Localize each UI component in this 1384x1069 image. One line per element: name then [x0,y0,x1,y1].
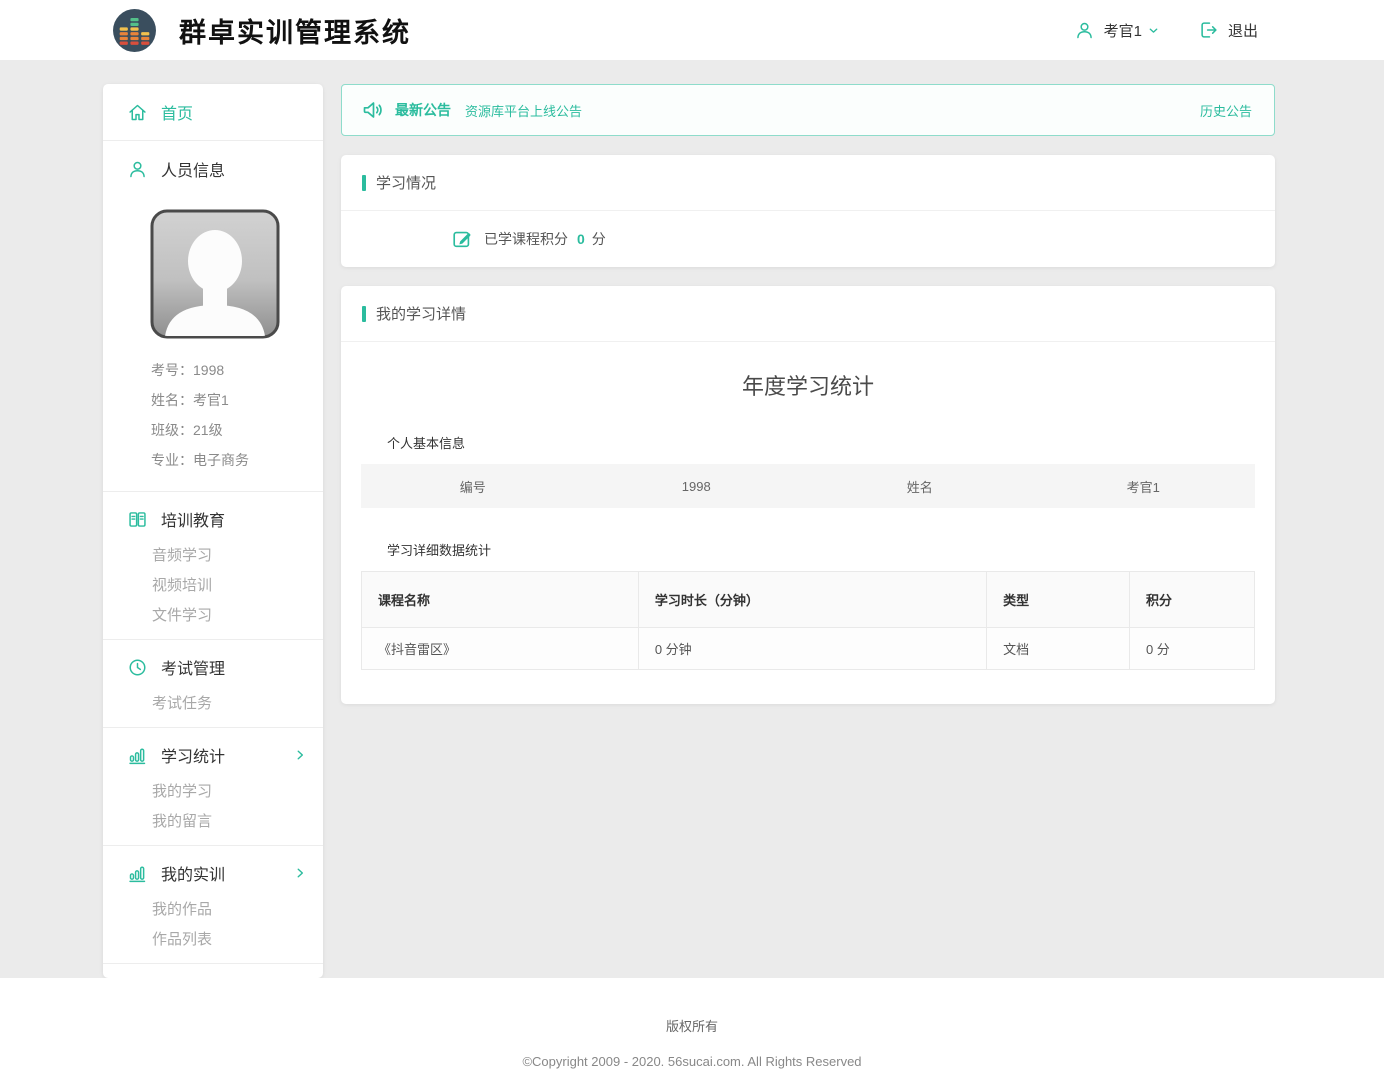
study-detail-header: 我的学习详情 [341,286,1275,342]
user-name: 考官1 [1104,20,1142,41]
score-value: 0 [577,231,585,247]
score-label: 已学课程积分 [484,229,568,249]
basic-info-id-label: 编号 [361,477,585,496]
history-announcement-link[interactable]: 历史公告 [1200,101,1252,120]
sidebar-section-my-practice: 我的实训 我的作品 作品列表 [103,846,323,963]
sidebar-item-study-stats[interactable]: 学习统计 [103,733,323,777]
chevron-down-icon [1147,24,1160,37]
study-detail-title: 我的学习详情 [376,303,466,324]
footer-copyright-cn: 版权所有 [0,1016,1384,1035]
col-type: 类型 [987,572,1130,628]
person-icon [127,159,148,180]
home-icon [127,102,148,123]
study-detail-table: 课程名称 学习时长（分钟） 类型 积分 《抖音雷区》 0 分钟 文档 [361,571,1255,670]
chevron-right-icon [293,866,307,880]
study-detail-card: 我的学习详情 年度学习统计 个人基本信息 编号 1998 姓名 考官1 学习详细… [341,286,1275,704]
cell-course-name: 《抖音雷区》 [362,628,639,670]
sidebar-subitem-file[interactable]: 文件学习 [103,601,323,631]
basic-info-name-value: 考官1 [1032,477,1256,496]
table-row: 《抖音雷区》 0 分钟 文档 0 分 [362,628,1255,670]
study-detail-body: 年度学习统计 个人基本信息 编号 1998 姓名 考官1 学习详细数据统计 课程… [341,342,1275,704]
study-status-header: 学习情况 [341,155,1275,211]
sidebar-subitem-my-works[interactable]: 我的作品 [103,895,323,925]
speaker-icon [361,98,385,122]
profile-info: 考号：1998 姓名：考官1 班级：21级 专业：电子商务 [103,355,323,475]
announcement-bar: 最新公告 资源库平台上线公告 历史公告 [341,84,1275,136]
profile-major: 专业：电子商务 [151,445,323,475]
profile-block: 人员信息 [103,141,323,491]
sidebar-subitem-audio[interactable]: 音频学习 [103,541,323,571]
sidebar-item-home-label: 首页 [161,100,193,124]
app-logo-icon [112,8,157,53]
sidebar-item-exam[interactable]: 考试管理 [103,645,323,689]
sidebar-section-study-stats: 学习统计 我的学习 我的留言 [103,728,323,845]
sidebar-item-profile[interactable]: 人员信息 [103,141,323,197]
sidebar-item-exam-label: 考试管理 [161,655,225,679]
table-header-row: 课程名称 学习时长（分钟） 类型 积分 [362,572,1255,628]
sidebar: 首页 人员信息 [103,84,323,978]
user-icon [1074,20,1095,41]
top-header: 群卓实训管理系统 考官1 [0,0,1384,60]
sidebar-item-home[interactable]: 首页 [103,84,323,140]
edit-icon [451,228,473,250]
sidebar-item-profile-label: 人员信息 [161,157,225,181]
sidebar-section-training: 培训教育 音频学习 视频培训 文件学习 [103,492,323,639]
sidebar-item-training[interactable]: 培训教育 [103,497,323,541]
cell-type: 文档 [987,628,1130,670]
profile-exam-no: 考号：1998 [151,355,323,385]
logout-button[interactable]: 退出 [1198,19,1258,41]
sidebar-subitem-exam-task[interactable]: 考试任务 [103,689,323,719]
profile-class: 班级：21级 [151,415,323,445]
col-study-duration: 学习时长（分钟） [638,572,986,628]
header-right: 考官1 退出 [1074,19,1384,41]
footer: 版权所有 ©Copyright 2009 - 2020. 56sucai.com… [0,978,1384,1069]
clock-icon [127,657,148,678]
content-area: 首页 人员信息 [0,60,1384,978]
footer-copyright-en: ©Copyright 2009 - 2020. 56sucai.com. All… [0,1054,1384,1069]
sidebar-item-study-stats-label: 学习统计 [161,743,225,767]
sidebar-subitem-works-list[interactable]: 作品列表 [103,925,323,955]
announcement-link[interactable]: 资源库平台上线公告 [465,101,582,120]
divider [103,963,323,964]
logout-icon [1198,19,1220,41]
sidebar-subitem-my-study[interactable]: 我的学习 [103,777,323,807]
title-accent-bar [362,306,366,322]
bar-chart-icon [127,745,148,766]
col-score: 积分 [1129,572,1254,628]
latest-announcement-label: 最新公告 [395,100,451,120]
sidebar-item-my-practice[interactable]: 我的实训 [103,851,323,895]
annual-stats-title: 年度学习统计 [361,342,1255,423]
spacer [361,508,1255,530]
sidebar-item-training-label: 培训教育 [161,507,225,531]
sidebar-item-my-practice-label: 我的实训 [161,861,225,885]
basic-info-title: 个人基本信息 [361,433,1255,452]
user-menu[interactable]: 考官1 [1074,20,1160,41]
basic-info-name-label: 姓名 [808,477,1032,496]
profile-name: 姓名：考官1 [151,385,323,415]
score-unit: 分 [592,229,606,249]
cell-score: 0 分 [1129,628,1254,670]
sidebar-section-exam: 考试管理 考试任务 [103,640,323,727]
avatar [150,209,280,339]
study-status-title: 学习情况 [376,172,436,193]
page: 群卓实训管理系统 考官1 [0,0,1384,1069]
basic-info-row: 编号 1998 姓名 考官1 [361,464,1255,508]
basic-info-id-value: 1998 [585,479,809,494]
bar-chart-icon [127,863,148,884]
sidebar-subitem-video[interactable]: 视频培训 [103,571,323,601]
sidebar-subitem-my-messages[interactable]: 我的留言 [103,807,323,837]
col-course-name: 课程名称 [362,572,639,628]
logout-label: 退出 [1228,20,1258,41]
title-accent-bar [362,175,366,191]
app-title: 群卓实训管理系统 [179,11,411,50]
open-book-icon [127,509,148,530]
detail-stats-title: 学习详细数据统计 [361,540,1255,559]
main-column: 最新公告 资源库平台上线公告 历史公告 学习情况 已 [341,84,1275,704]
study-status-card: 学习情况 已学课程积分 0 分 [341,155,1275,267]
cell-study-duration: 0 分钟 [638,628,986,670]
chevron-right-icon [293,748,307,762]
score-row: 已学课程积分 0 分 [341,211,1275,267]
